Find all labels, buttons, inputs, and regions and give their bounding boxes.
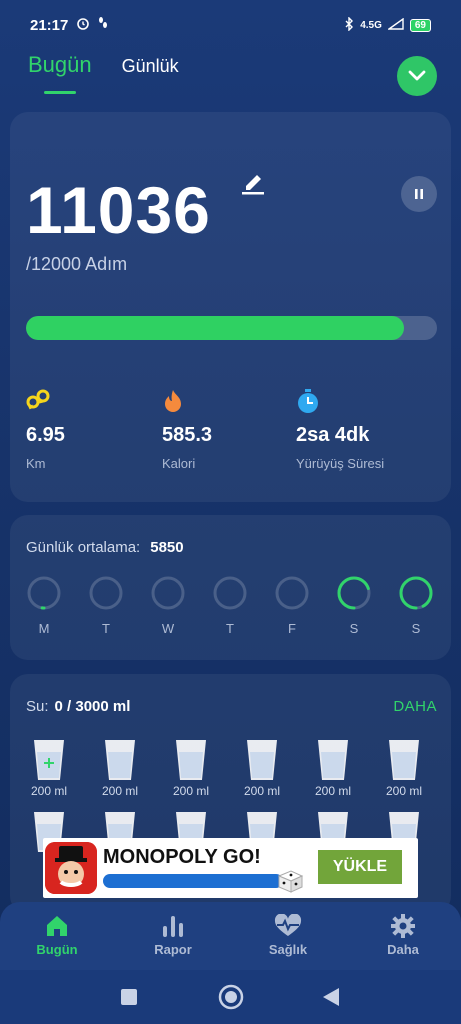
water-label: Su: [26,698,49,715]
day-label: S [411,621,421,636]
day-ring: F [274,575,310,636]
water-cup[interactable]: 200 ml [95,738,145,798]
stats-row: 6.95 Km 585.3 Kalori 2sa 4dk Yürüyüş Sür… [26,388,435,478]
day-ring: T [88,575,124,636]
bottom-nav: Bugün Rapor Sağlık Daha [0,902,461,970]
top-tabs: Bugün Günlük [28,52,437,102]
ad-progress-bar [103,874,283,888]
distance-label: Km [26,456,46,471]
footsteps-icon [98,16,108,34]
daily-average-value: 5850 [150,539,184,556]
expand-button[interactable] [397,56,437,96]
day-label: W [161,621,175,636]
water-amount: 0 / 3000 ml [54,698,131,715]
daily-average-card[interactable]: Günlük ortalama: 5850 M T W T F S S [10,515,451,660]
home-icon [47,916,67,936]
step-goal: /12000 Adım [26,254,128,274]
day-ring: T [212,575,248,636]
recent-apps-icon[interactable] [120,988,138,1006]
steps-card: 11036 /12000 Adım 6.95 Km 585.3 Kalori 2… [10,112,451,502]
day-label: M [38,621,50,636]
water-cup-label: 200 ml [243,784,281,798]
calories-label: Kalori [162,456,196,471]
day-ring: W [150,575,186,636]
timer-icon [298,389,318,413]
calories-value: 585.3 [162,424,213,446]
tab-today[interactable]: Bugün [28,52,92,94]
day-ring: S [336,575,372,636]
water-cup-label: 200 ml [30,784,68,798]
bluetooth-icon [344,15,354,34]
stat-calories: 585.3 Kalori [162,388,212,471]
day-ring: S [398,575,434,636]
status-bar: 21:17 4.5G 69 [0,0,461,50]
day-label: S [349,621,359,636]
back-icon[interactable] [322,987,340,1007]
nav-more-label: Daha [387,942,419,957]
location-pin-icon [26,389,50,410]
water-cup-label: 200 ml [314,784,352,798]
day-ring: M [26,575,62,636]
day-label: F [288,621,296,636]
tab-daily[interactable]: Günlük [122,52,179,91]
week-days: MTWTFSS [26,575,441,645]
daily-average-row: Günlük ortalama: 5850 [26,539,184,556]
nav-more[interactable]: Daha [368,914,438,957]
water-cup-label: 200 ml [385,784,423,798]
nav-health[interactable]: Sağlık [253,914,323,957]
bar-chart-icon [163,916,183,937]
duration-value: 2sa 4dk [296,424,370,446]
water-cup-label: 200 ml [101,784,139,798]
day-label: T [102,621,110,636]
nav-today-label: Bugün [36,942,78,957]
ad-banner[interactable]: MONOPOLY GO! YÜKLE [43,838,418,898]
battery-indicator: 69 [409,18,431,32]
nav-report-label: Rapor [154,942,192,957]
distance-value: 6.95 [26,424,65,446]
water-cup[interactable]: 200 ml [166,738,216,798]
duration-label: Yürüyüş Süresi [296,456,385,471]
water-cup[interactable]: 200 ml [379,738,429,798]
stat-duration: 2sa 4dk Yürüyüş Süresi [296,388,384,471]
edit-icon[interactable] [240,170,268,201]
daily-average-label: Günlük ortalama: [26,539,141,556]
water-cup[interactable]: 200 ml [237,738,287,798]
system-nav-bar [0,970,461,1024]
gear-icon [391,914,415,938]
water-cup[interactable]: 200 ml [24,738,74,798]
step-count: 11036 [26,173,211,247]
day-progress-arc [399,576,433,610]
nav-report[interactable]: Rapor [138,914,208,957]
clock: 21:17 [30,16,69,34]
water-more-link[interactable]: DAHA [393,698,437,715]
nav-today[interactable]: Bugün [22,914,92,957]
network-label: 4.5G [360,19,382,31]
ad-install-button[interactable]: YÜKLE [318,850,402,884]
signal-icon [386,17,404,33]
step-progress-fill [26,316,405,340]
water-row: Su: 0 / 3000 ml [26,698,130,715]
day-label: T [226,621,234,636]
water-cup-label: 200 ml [172,784,210,798]
stat-distance: 6.95 Km [26,388,65,471]
chevron-down-icon [408,70,426,81]
monopoly-logo-icon [45,842,97,894]
water-cup[interactable]: 200 ml [308,738,358,798]
ad-title: MONOPOLY GO! [103,846,261,868]
alarm-icon [76,16,90,34]
step-progress-bar [26,316,437,340]
pause-button[interactable] [401,176,437,212]
heart-pulse-icon [274,914,302,936]
dice-icon [277,870,304,893]
nav-health-label: Sağlık [268,942,308,957]
pause-icon [415,189,423,199]
home-circle-icon[interactable] [218,984,244,1010]
flame-icon [165,390,181,412]
